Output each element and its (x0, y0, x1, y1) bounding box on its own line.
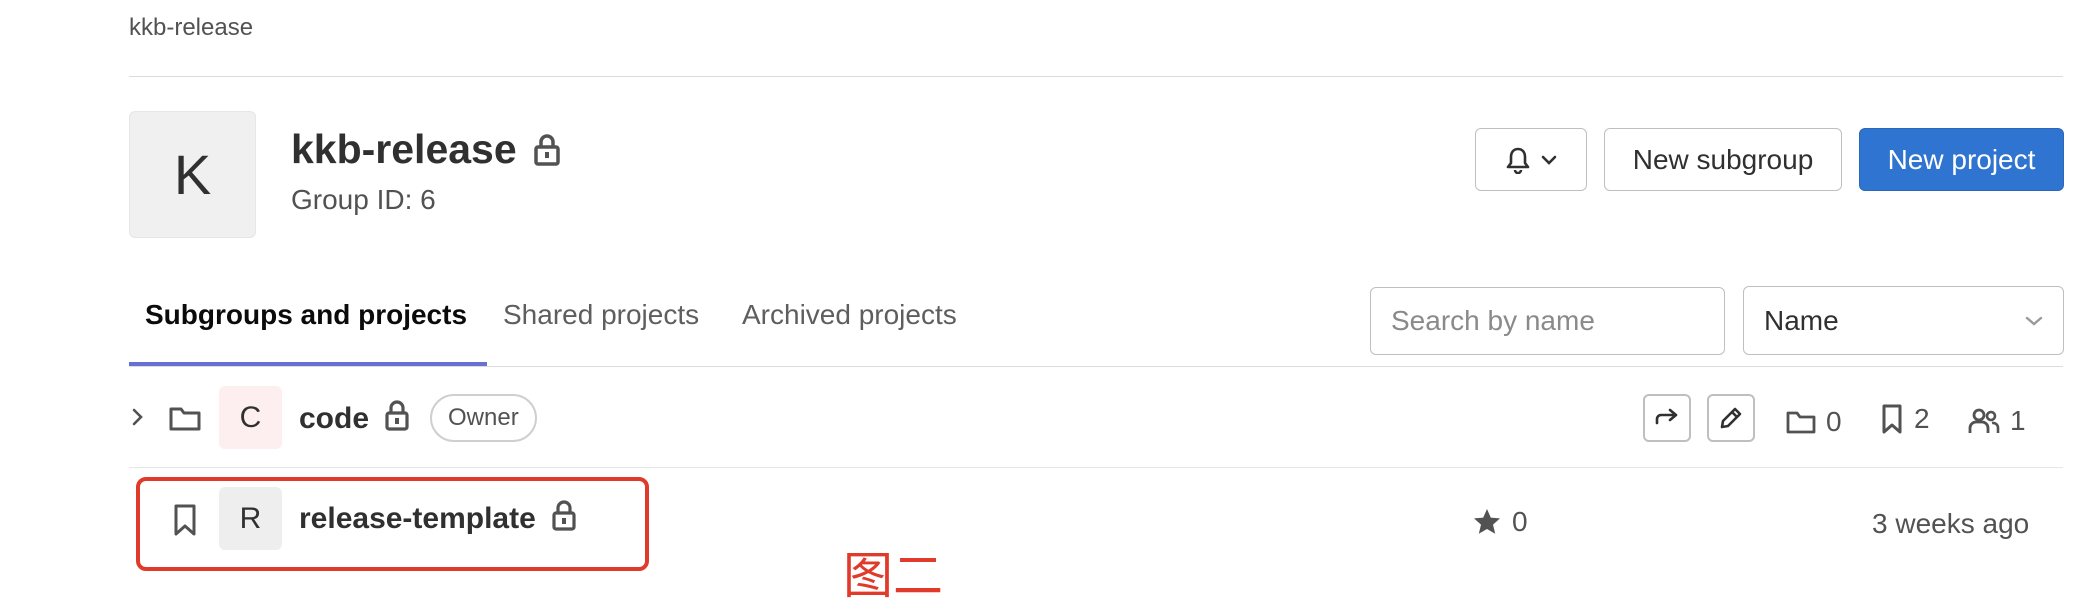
group-avatar: K (129, 111, 256, 238)
tab-shared-projects[interactable]: Shared projects (503, 299, 699, 331)
role-badge: Owner (430, 394, 537, 442)
users-icon (1968, 407, 2000, 435)
chevron-down-icon (1541, 154, 1557, 166)
share-arrow-icon (1653, 407, 1681, 429)
lock-icon (533, 133, 561, 167)
breadcrumb[interactable]: kkb-release (129, 14, 253, 42)
group-id: Group ID: 6 (291, 184, 436, 215)
lock-icon (384, 400, 410, 432)
notifications-dropdown-button[interactable] (1475, 128, 1587, 191)
new-subgroup-button[interactable]: New subgroup (1604, 128, 1842, 191)
search-input[interactable] (1370, 287, 1725, 355)
sort-selected-value: Name (1764, 304, 1839, 336)
members-count: 1 (2010, 405, 2026, 436)
divider (129, 366, 2063, 367)
pencil-icon (1718, 405, 1744, 431)
folder-icon (169, 405, 201, 431)
stars-count: 0 (1512, 506, 1528, 537)
bell-icon (1505, 146, 1531, 174)
subgroup-name-link[interactable]: code (299, 402, 369, 436)
new-project-button[interactable]: New project (1859, 128, 2064, 191)
sort-dropdown[interactable]: Name (1743, 286, 2064, 355)
tab-subgroups-and-projects[interactable]: Subgroups and projects (145, 299, 467, 331)
subgroups-count-stat: 0 (1786, 406, 1842, 438)
chevron-down-icon (2025, 315, 2043, 327)
annotation-label: 图二 (843, 547, 943, 605)
transfer-button[interactable] (1643, 394, 1691, 442)
subgroup-avatar-letter: C (239, 400, 262, 434)
members-count-stat: 1 (1968, 405, 2026, 437)
star-icon (1472, 507, 1502, 537)
updated-time: 3 weeks ago (1872, 508, 2030, 539)
folder-icon (1786, 410, 1816, 434)
edit-button[interactable] (1707, 394, 1755, 442)
divider (129, 467, 2063, 468)
group-avatar-letter: K (173, 143, 212, 206)
subgroups-count: 0 (1826, 406, 1842, 437)
page-title: kkb-release (291, 126, 517, 172)
tab-archived-projects[interactable]: Archived projects (742, 299, 957, 331)
bookmark-icon (1880, 403, 1904, 435)
projects-count-stat: 2 (1880, 403, 1930, 435)
stars-count-stat: 0 (1472, 506, 1528, 538)
projects-count: 2 (1914, 403, 1930, 434)
expand-chevron-icon[interactable] (131, 407, 145, 427)
divider (129, 76, 2063, 77)
subgroup-avatar[interactable]: C (219, 386, 282, 449)
highlight-box (136, 477, 649, 571)
